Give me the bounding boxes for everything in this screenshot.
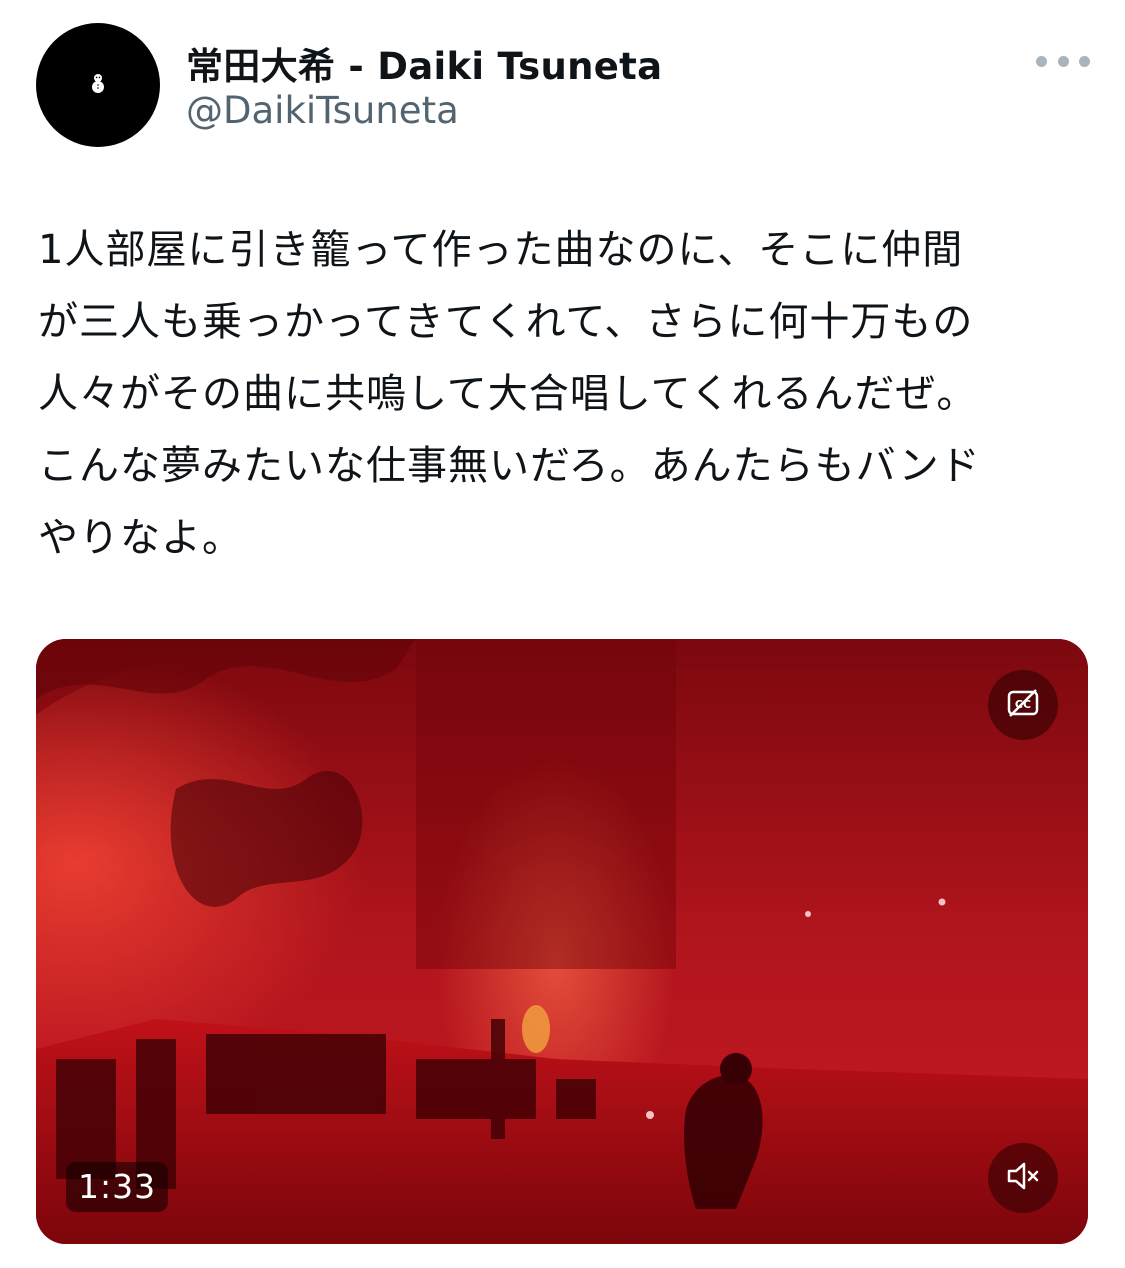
tweet-text-line: こんな夢みたいな仕事無いだろ。あんたらもバンド xyxy=(38,443,981,489)
video-duration: 1:33 xyxy=(66,1162,169,1212)
tweet-text-line: が三人も乗っかってきてくれて、さらに何十万もの xyxy=(38,299,974,345)
tweet-card: 常田大希 - Daiki Tsuneta @DaikiTsuneta 1人部屋に… xyxy=(0,0,1125,1268)
tweet-text: 1人部屋に引き籠って作った曲なのに、そこに仲間 が三人も乗っかってきてくれて、さ… xyxy=(38,214,1078,574)
captions-button[interactable]: CC xyxy=(988,670,1058,740)
video-player[interactable]: CC 1:33 xyxy=(36,639,1088,1244)
video-frame-concert xyxy=(36,639,1088,1244)
avatar[interactable] xyxy=(36,23,160,147)
tweet-text-line: やりなよ。 xyxy=(38,515,243,561)
author-display-name[interactable]: 常田大希 - Daiki Tsuneta xyxy=(186,36,662,90)
mute-button[interactable] xyxy=(988,1143,1058,1213)
snowman-icon xyxy=(90,72,106,98)
captions-off-icon: CC xyxy=(1006,688,1040,722)
volume-muted-icon xyxy=(1005,1160,1041,1196)
more-horizontal-icon[interactable] xyxy=(1036,50,1090,72)
author-handle[interactable]: @DaikiTsuneta xyxy=(186,89,459,132)
tweet-text-line: 人々がその曲に共鳴して大合唱してくれるんだぜ。 xyxy=(38,371,978,417)
tweet-text-line: 1人部屋に引き籠って作った曲なのに、そこに仲間 xyxy=(38,227,964,273)
